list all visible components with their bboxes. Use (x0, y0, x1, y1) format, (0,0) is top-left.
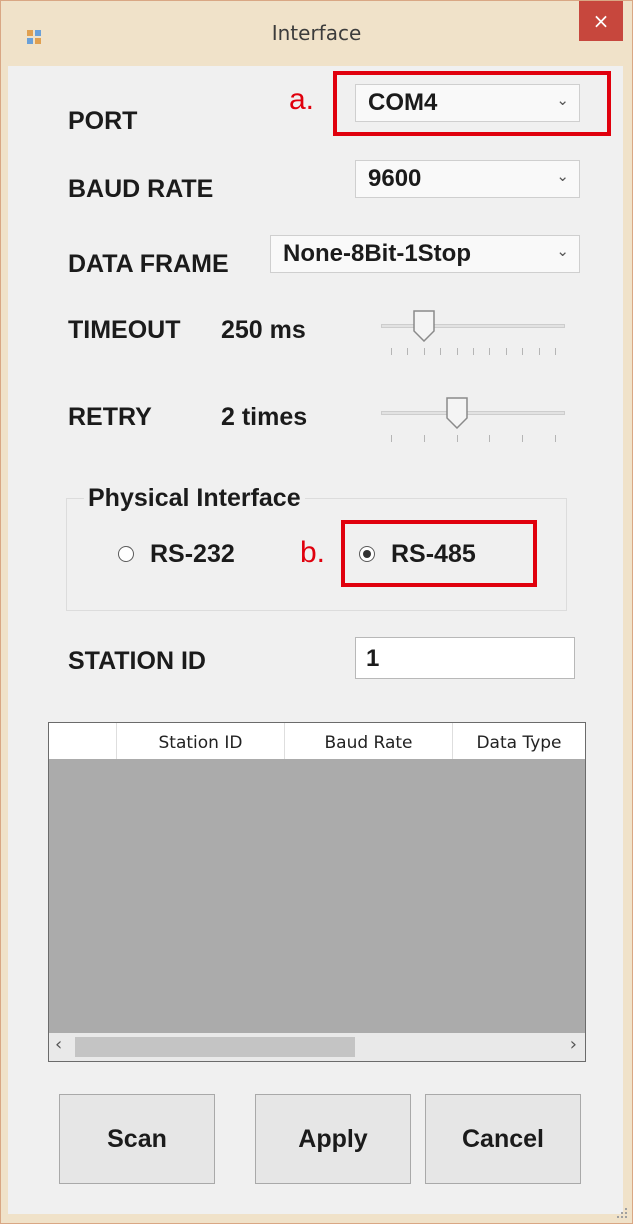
chevron-down-icon: ⌄ (556, 242, 569, 260)
data-frame-dropdown[interactable]: None-8Bit-1Stop ⌄ (270, 235, 580, 273)
slider-tick (489, 348, 491, 355)
baud-rate-label: BAUD RATE (68, 175, 214, 203)
slider-tick (538, 348, 540, 355)
slider-tick (423, 348, 425, 355)
close-button[interactable]: × (579, 1, 623, 41)
slider-tick (473, 348, 474, 355)
baud-rate-dropdown[interactable]: 9600 ⌄ (355, 160, 580, 198)
scroll-right-icon[interactable]: › (570, 1034, 577, 1055)
retry-slider[interactable] (381, 397, 565, 447)
annotation-b: b. (300, 536, 326, 569)
station-id-label: STATION ID (68, 647, 206, 675)
chevron-down-icon: ⌄ (556, 167, 569, 185)
rs232-radio[interactable] (118, 546, 134, 562)
data-frame-label: DATA FRAME (68, 250, 229, 278)
slider-tick (456, 348, 458, 355)
timeout-value: 250 ms (221, 316, 306, 344)
title-bar[interactable]: Interface × (1, 1, 632, 67)
annotation-a: a. (289, 83, 315, 116)
slider-tick (522, 348, 524, 355)
slider-track (381, 411, 565, 415)
slider-tick (456, 435, 458, 442)
physical-interface-title: Physical Interface (84, 484, 305, 513)
scrollbar-thumb[interactable] (75, 1037, 355, 1057)
column-baud-rate[interactable]: Baud Rate (285, 723, 453, 759)
slider-tick (555, 348, 556, 355)
station-grid[interactable]: Station ID Baud Rate Data Type ‹ › (48, 722, 586, 1062)
apply-button[interactable]: Apply (255, 1094, 411, 1184)
slider-thumb[interactable] (445, 397, 468, 429)
slider-tick (505, 348, 507, 355)
grid-header: Station ID Baud Rate Data Type (49, 723, 585, 759)
scan-button[interactable]: Scan (59, 1094, 215, 1184)
row-header-column[interactable] (49, 723, 117, 759)
retry-value: 2 times (221, 403, 308, 431)
retry-label: RETRY (68, 403, 152, 431)
rs232-label[interactable]: RS-232 (150, 540, 235, 569)
scroll-left-icon[interactable]: ‹ (55, 1034, 62, 1055)
timeout-slider[interactable] (381, 310, 565, 360)
slider-tick (391, 435, 392, 442)
slider-tick (440, 348, 442, 355)
close-icon: × (592, 9, 610, 33)
slider-thumb[interactable] (413, 310, 435, 342)
highlight-box-interface (341, 520, 537, 587)
slider-tick (391, 348, 392, 355)
highlight-box-port (333, 71, 611, 136)
data-frame-value: None-8Bit-1Stop (283, 240, 471, 267)
window-title: Interface (271, 21, 362, 45)
resize-grip-icon[interactable] (615, 1206, 627, 1218)
horizontal-scrollbar[interactable]: ‹ › (49, 1033, 585, 1061)
station-id-input[interactable]: 1 (355, 637, 575, 679)
cancel-button[interactable]: Cancel (425, 1094, 581, 1184)
port-label: PORT (68, 107, 138, 135)
slider-tick (555, 435, 556, 442)
slider-tick (423, 435, 425, 442)
station-id-value: 1 (366, 645, 380, 672)
timeout-label: TIMEOUT (68, 316, 181, 344)
slider-track (381, 324, 565, 328)
column-data-type[interactable]: Data Type (453, 723, 585, 759)
column-station-id[interactable]: Station ID (117, 723, 285, 759)
slider-tick (522, 435, 524, 442)
slider-tick (489, 435, 491, 442)
baud-rate-value: 9600 (368, 165, 422, 192)
slider-tick (407, 348, 409, 355)
